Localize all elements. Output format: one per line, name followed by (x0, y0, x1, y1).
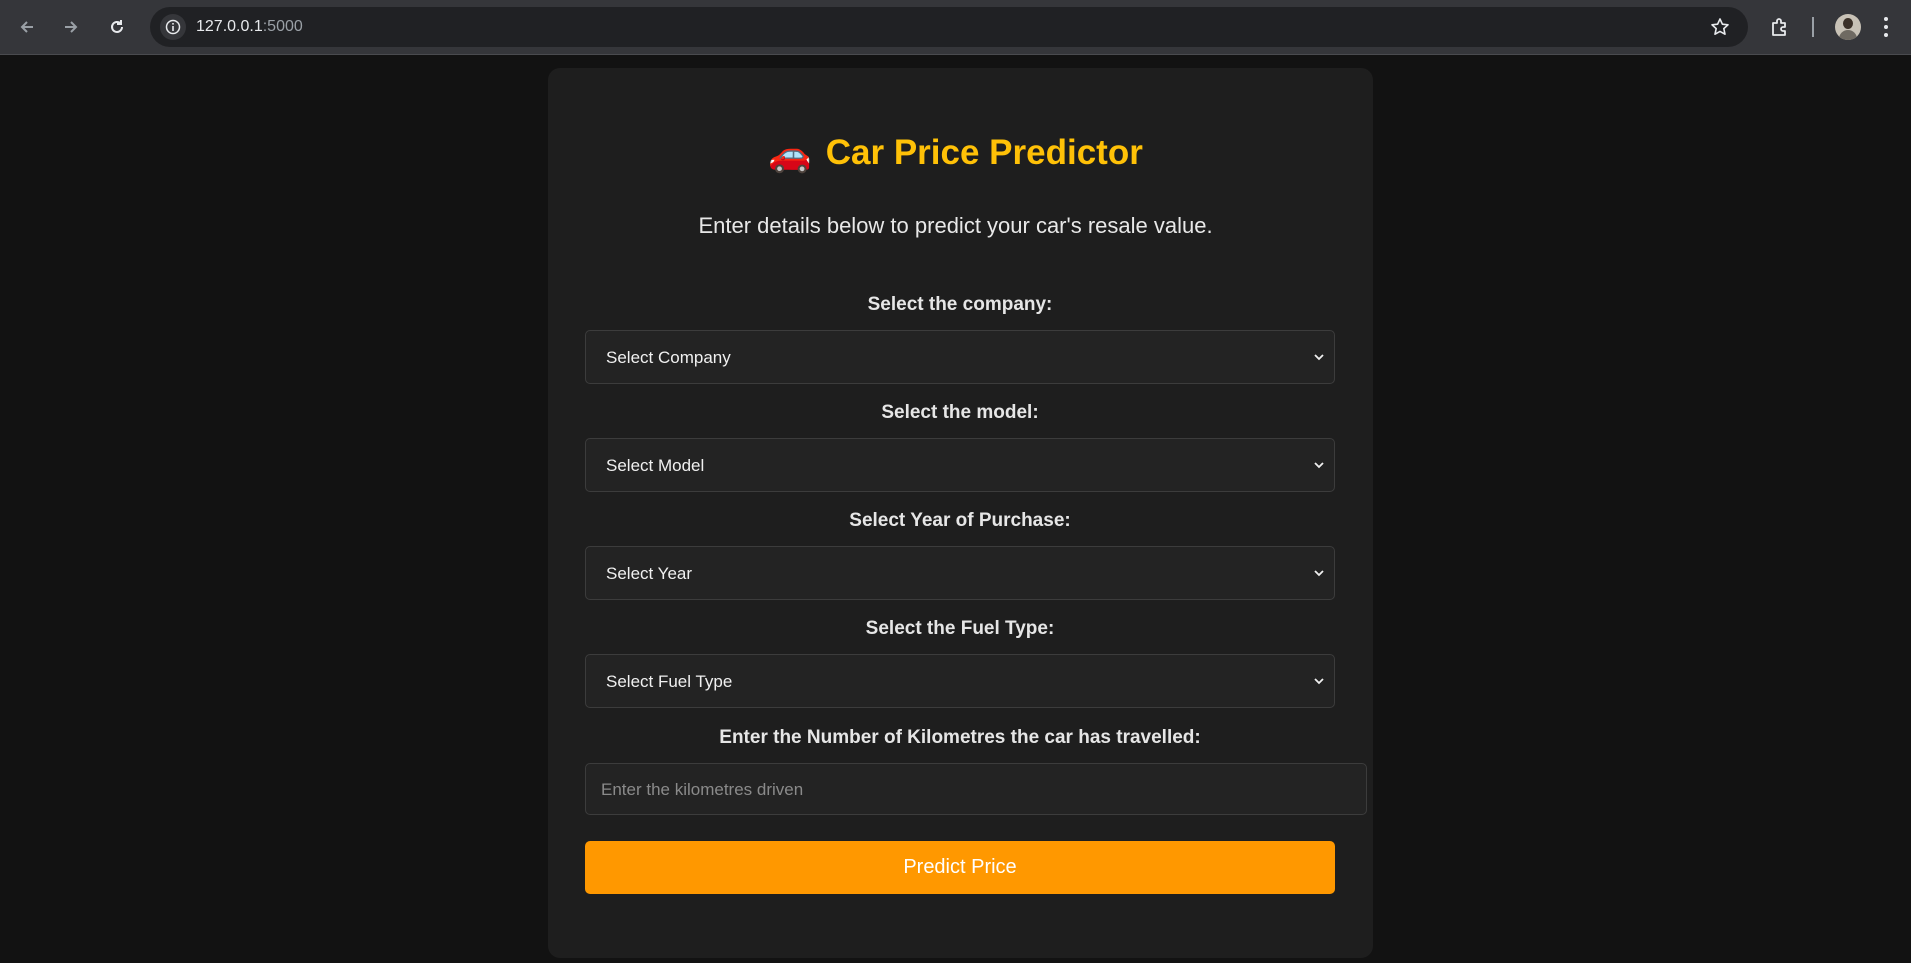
site-info-button[interactable] (160, 14, 186, 40)
model-select[interactable]: Select Model (585, 438, 1335, 492)
predict-price-button[interactable]: Predict Price (585, 841, 1335, 894)
address-bar[interactable]: 127.0.0.1:5000 (150, 7, 1748, 47)
chevron-down-icon (1314, 678, 1324, 685)
back-button[interactable] (12, 12, 42, 42)
puzzle-icon (1772, 18, 1786, 36)
extensions-button[interactable] (1766, 13, 1794, 41)
car-icon: 🚗 (768, 135, 812, 174)
chevron-down-icon (1314, 354, 1324, 361)
chevron-down-icon (1314, 570, 1324, 577)
bookmark-button[interactable] (1708, 15, 1732, 39)
page-subtitle: Enter details below to predict your car'… (698, 213, 1213, 238)
arrow-left-icon (20, 21, 33, 33)
year-select[interactable]: Select Year (585, 546, 1335, 600)
kilometres-input[interactable]: Enter the kilometres driven (585, 763, 1367, 815)
star-icon (1711, 18, 1729, 35)
toolbar-divider (1812, 17, 1814, 37)
model-select-value: Select Model (606, 456, 705, 475)
info-icon (165, 19, 181, 35)
profile-avatar[interactable] (1835, 14, 1861, 40)
page-title-text: Car Price Predictor (825, 133, 1143, 172)
fuel-label: Select the Fuel Type: (865, 618, 1055, 639)
browser-menu-button[interactable] (1876, 13, 1896, 41)
url-host: 127.0.0.1 (196, 18, 263, 35)
fuel-select-value: Select Fuel Type (606, 672, 733, 691)
reload-icon (111, 20, 123, 33)
year-select-value: Select Year (606, 564, 693, 583)
page-title: 🚗 Car Price Predictor (0, 133, 1911, 175)
arrow-right-icon (65, 21, 78, 33)
chevron-down-icon (1314, 462, 1324, 469)
reload-button[interactable] (102, 12, 132, 42)
year-label: Select Year of Purchase: (849, 510, 1071, 531)
company-select-value: Select Company (606, 348, 731, 367)
company-label: Select the company: (867, 294, 1053, 315)
url-text: 127.0.0.1:5000 (196, 18, 303, 36)
browser-toolbar: 127.0.0.1:5000 (0, 0, 1911, 55)
model-label: Select the model: (881, 402, 1039, 423)
url-port: :5000 (262, 18, 303, 35)
kilometres-label: Enter the Number of Kilometres the car h… (719, 727, 1201, 748)
kilometres-placeholder: Enter the kilometres driven (601, 780, 804, 799)
fuel-select[interactable]: Select Fuel Type (585, 654, 1335, 708)
forward-button[interactable] (56, 12, 86, 42)
company-select[interactable]: Select Company (585, 330, 1335, 384)
